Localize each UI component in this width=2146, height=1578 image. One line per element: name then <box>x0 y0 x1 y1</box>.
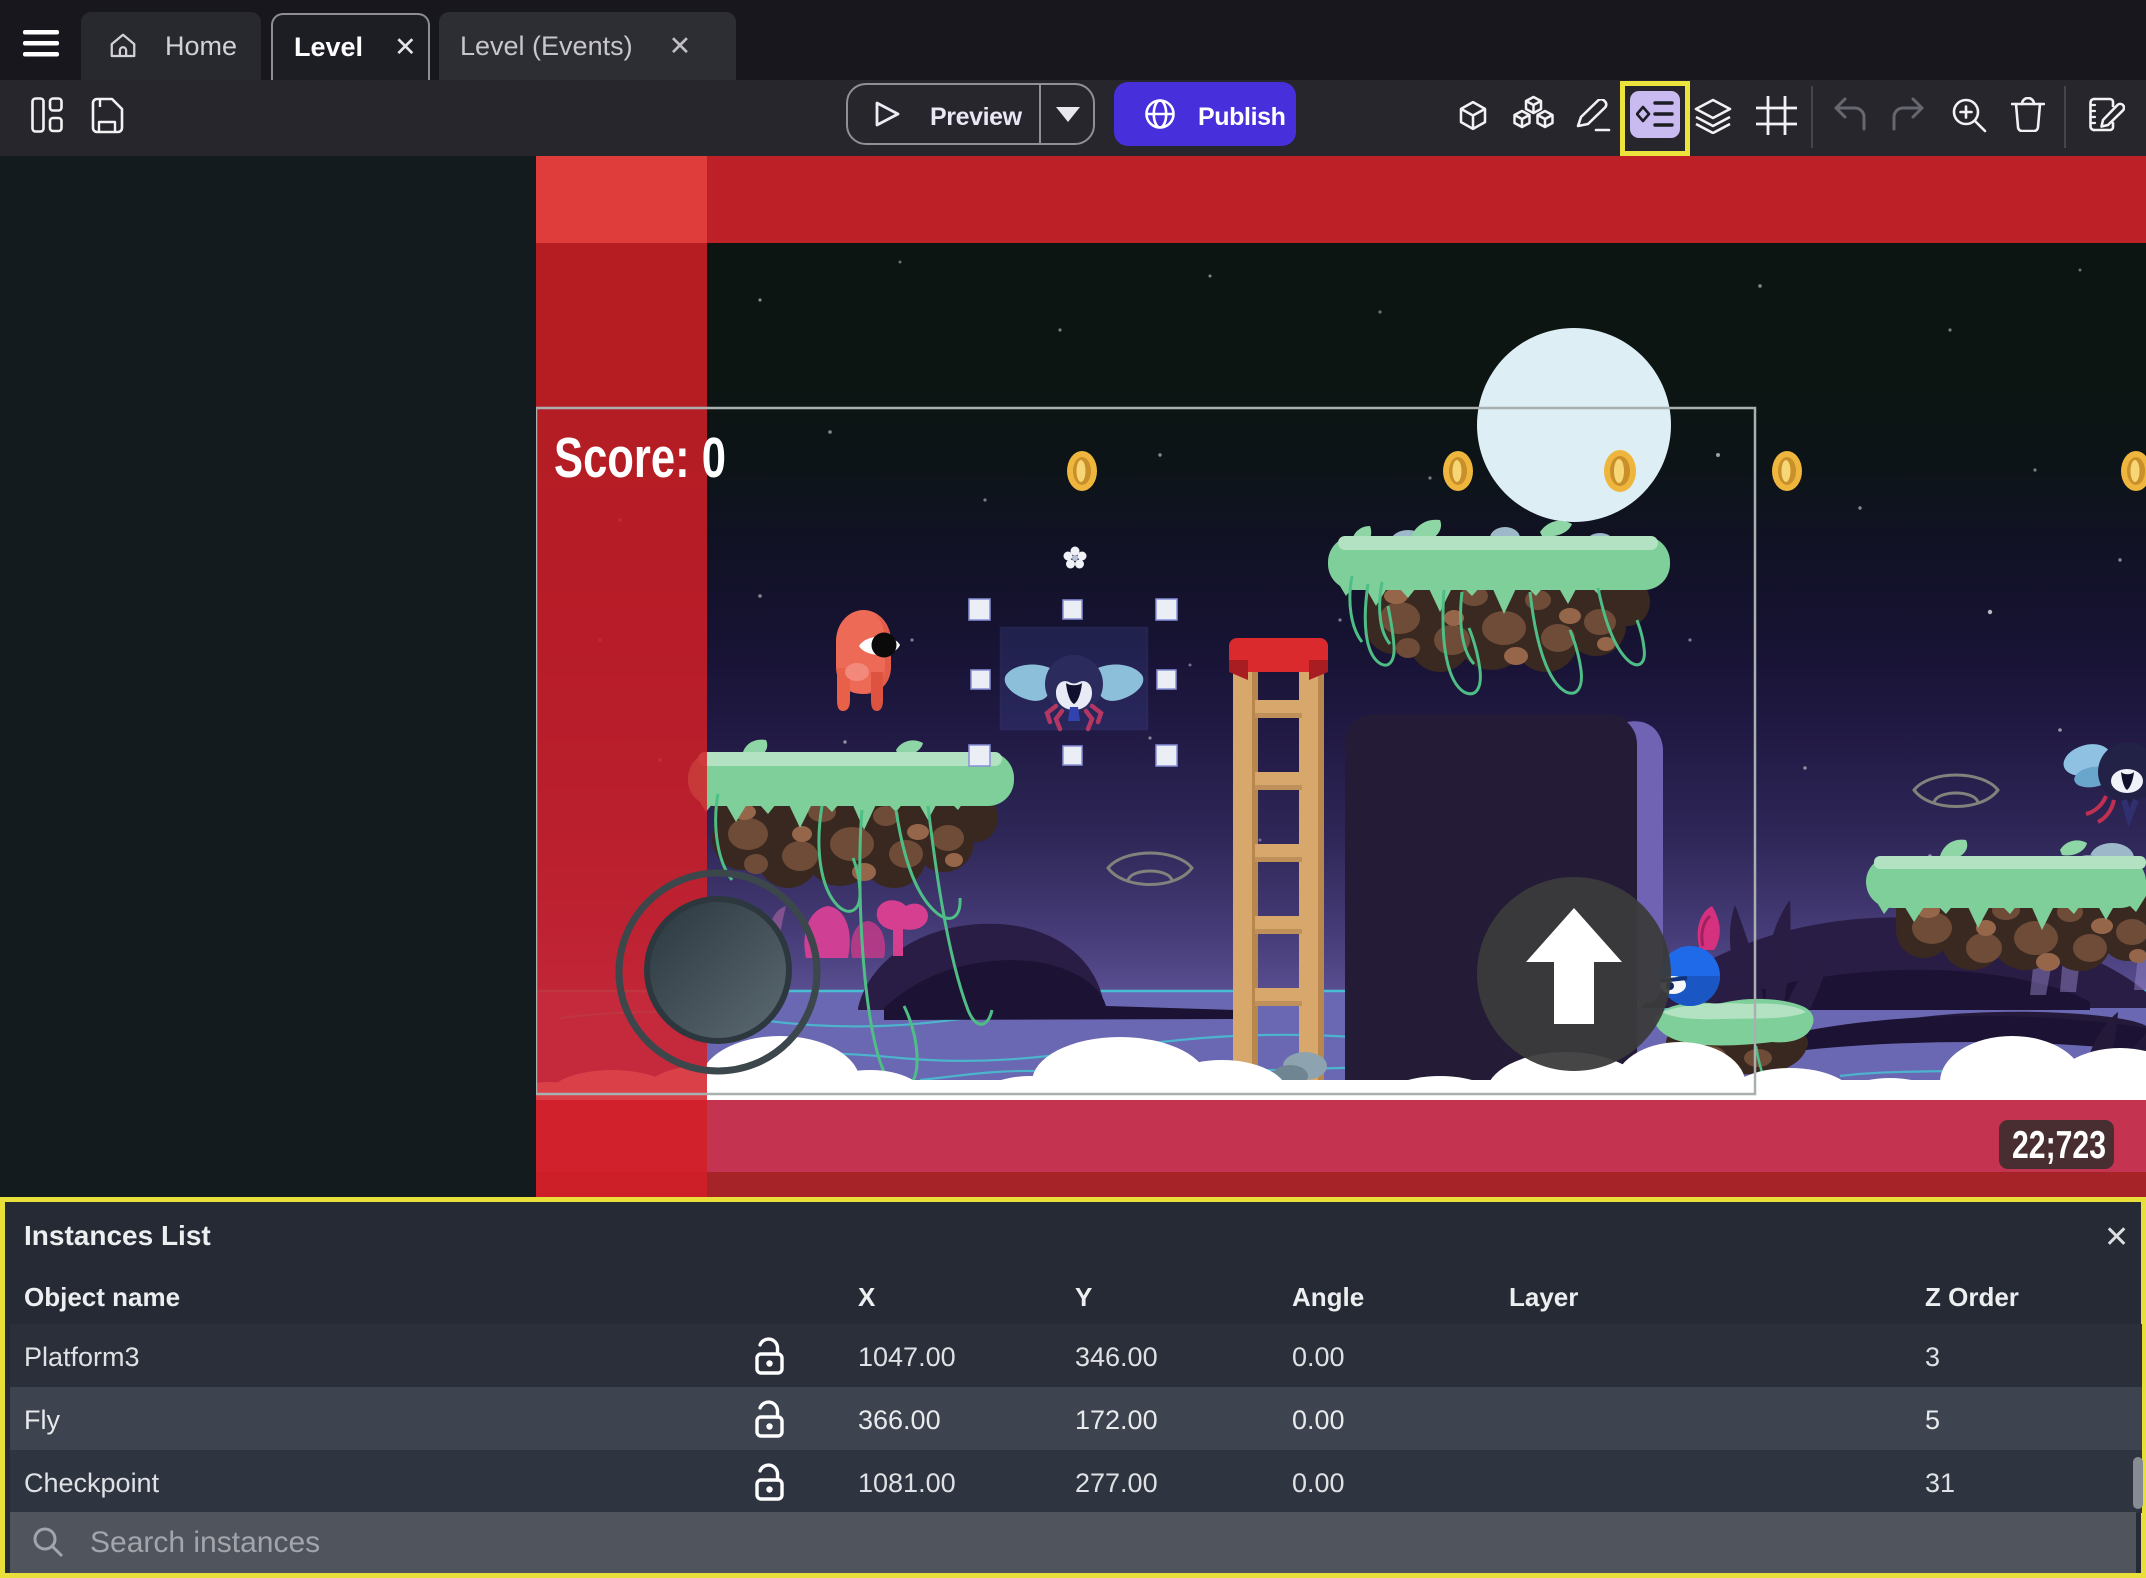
svg-text:Score: 0: Score: 0 <box>554 426 726 490</box>
svg-text:22;723: 22;723 <box>2012 1124 2106 1167</box>
